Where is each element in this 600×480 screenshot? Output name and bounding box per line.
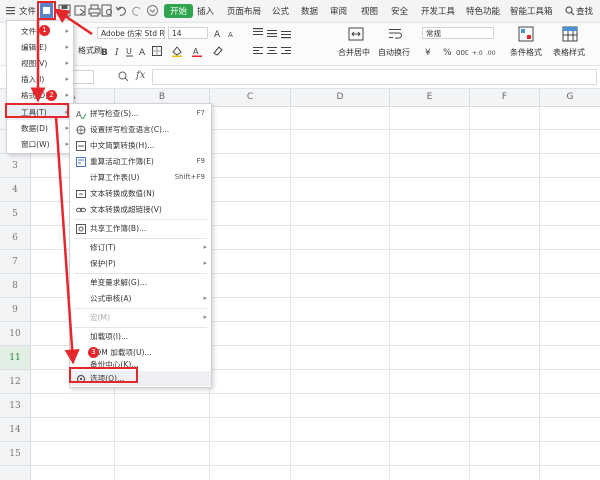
callout-arrows <box>30 8 93 365</box>
callout-badge: 1 <box>39 25 50 36</box>
callout-badge: 2 <box>46 90 57 101</box>
callout-badge: 3 <box>88 347 99 358</box>
